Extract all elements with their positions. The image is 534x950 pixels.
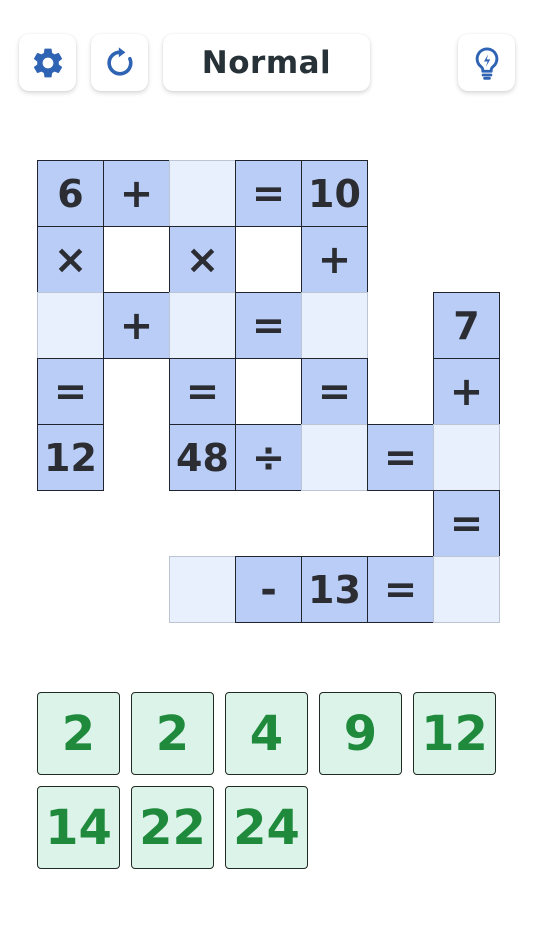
operator-cell: ÷ [235, 424, 302, 491]
number-cell: 6 [37, 160, 104, 227]
operator-cell: + [433, 358, 500, 425]
refresh-icon [106, 46, 133, 76]
operator-cell: - [235, 556, 302, 623]
number-tile[interactable]: 4 [225, 692, 308, 775]
number-tile[interactable]: 2 [131, 692, 214, 775]
operator-cell: = [235, 160, 302, 227]
empty-answer-cell[interactable] [169, 556, 236, 623]
operator-cell: + [103, 292, 170, 359]
empty-answer-cell[interactable] [169, 292, 236, 359]
empty-answer-cell[interactable] [37, 292, 104, 359]
number-cell: 48 [169, 424, 236, 491]
number-tile[interactable]: 22 [131, 786, 214, 869]
empty-answer-cell[interactable] [301, 292, 368, 359]
empty-answer-cell[interactable] [301, 424, 368, 491]
operator-cell: = [169, 358, 236, 425]
operator-cell: = [367, 556, 434, 623]
number-tile[interactable]: 12 [413, 692, 496, 775]
hint-button[interactable] [458, 34, 515, 91]
number-tile[interactable]: 24 [225, 786, 308, 869]
number-tile[interactable]: 14 [37, 786, 120, 869]
reset-button[interactable] [91, 34, 148, 91]
operator-cell: = [37, 358, 104, 425]
number-tile[interactable]: 2 [37, 692, 120, 775]
number-cell: 10 [301, 160, 368, 227]
empty-answer-cell[interactable] [433, 556, 500, 623]
difficulty-mode[interactable]: Normal [163, 34, 370, 91]
lightbulb-icon [475, 46, 498, 80]
operator-cell: × [37, 226, 104, 293]
operator-cell: + [301, 226, 368, 293]
operator-cell: = [433, 490, 500, 557]
operator-cell: + [103, 160, 170, 227]
empty-answer-cell[interactable] [433, 424, 500, 491]
operator-cell: = [235, 292, 302, 359]
number-cell: 12 [37, 424, 104, 491]
operator-cell: × [169, 226, 236, 293]
operator-cell: = [367, 424, 434, 491]
gear-icon [33, 48, 62, 77]
number-cell: 13 [301, 556, 368, 623]
operator-cell: = [301, 358, 368, 425]
number-cell: 7 [433, 292, 500, 359]
empty-answer-cell[interactable] [169, 160, 236, 227]
number-tile[interactable]: 9 [319, 692, 402, 775]
settings-button[interactable] [19, 34, 76, 91]
